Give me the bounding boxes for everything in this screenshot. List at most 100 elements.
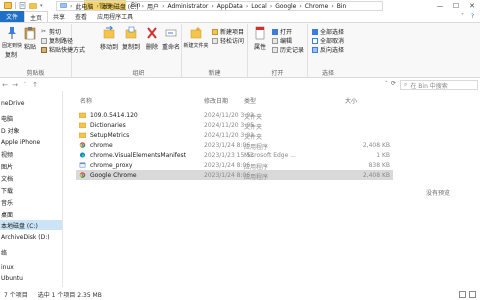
nav-item-music[interactable]: 音乐 — [0, 197, 62, 207]
nav-item-apple-iphone[interactable]: Apple iPhone — [0, 137, 62, 147]
move-to-button[interactable]: 移动到 — [98, 26, 120, 51]
copy-path-button[interactable]: 复制路径 — [41, 36, 73, 45]
new-folder-button[interactable]: 新建文件夹 — [184, 26, 209, 49]
application-icon — [79, 162, 86, 168]
minimize-button[interactable]: — — [432, 0, 448, 11]
copy-to-label: 复制到 — [121, 44, 140, 51]
recent-dropdown-icon[interactable]: ˅ — [20, 82, 30, 88]
file-name: chrome_proxy — [90, 162, 133, 169]
nav-item-documents[interactable]: 文档 — [0, 173, 62, 183]
file-row[interactable]: 109.0.5414.120 2024/11/20 3:02 文件夹 — [76, 110, 393, 121]
pin-quick-access-button[interactable]: 固定到快 — [2, 26, 22, 49]
selection-info: 选中 1 个项目 2.35 MB — [37, 292, 102, 299]
nav-item-this-pc[interactable]: 电脑 — [0, 113, 62, 123]
paste-shortcut-label: 粘贴快捷方式 — [49, 47, 86, 54]
tab-view[interactable]: 查看 — [70, 11, 92, 22]
cut-button[interactable]: ✂ 剪切 — [41, 27, 61, 36]
close-button[interactable]: ✕ — [464, 0, 480, 11]
select-none-button[interactable]: 全部取消 — [312, 36, 344, 45]
address-dropdown-icon[interactable]: ˅ — [385, 81, 388, 87]
file-row[interactable]: SetupMetrics 2024/11/20 3:02 文件夹 — [76, 130, 393, 141]
open-button[interactable]: 打开 — [272, 27, 292, 36]
edit-icon — [272, 37, 278, 44]
nav-item-desktop[interactable]: 桌面 — [0, 209, 62, 219]
qat-dropdown-icon[interactable]: ▾ — [40, 3, 43, 9]
nav-item-linux[interactable]: inux — [0, 262, 62, 272]
ribbon-collapse-icon[interactable]: ˅ — [461, 13, 464, 20]
details-view-icon[interactable] — [459, 291, 466, 298]
nav-item-onedrive[interactable]: neDrive — [0, 98, 62, 108]
maximize-button[interactable]: ☐ — [448, 0, 464, 11]
folder-icon — [79, 132, 86, 138]
nav-item-3d-objects[interactable]: D 对象 — [0, 125, 62, 135]
large-icons-view-icon[interactable] — [469, 291, 476, 298]
breadcrumb-administrator[interactable]: Administrator — [167, 3, 208, 10]
nav-label: 桌面 — [1, 211, 14, 219]
delete-button[interactable]: 删除 — [142, 26, 162, 51]
file-row[interactable]: chrome.VisualElementsManifest 2023/1/23 … — [76, 150, 393, 160]
new-folder-icon — [190, 27, 202, 39]
invert-selection-button[interactable]: 反向选择 — [312, 45, 344, 54]
nav-item-ubuntu[interactable]: Ubuntu — [0, 273, 62, 283]
breadcrumb-appdata[interactable]: AppData — [217, 3, 243, 10]
breadcrumb-google[interactable]: Google — [275, 3, 296, 10]
address-bar[interactable]: › 此电脑 › 本地磁盘 (C:) › 用户 › Administrator › AppD… — [56, 1, 383, 11]
file-row-selected[interactable]: Google Chrome 2023/1/24 8:06 应用程序 2,408 … — [76, 170, 393, 181]
file-size: 1 KB — [376, 152, 390, 159]
new-folder-icon[interactable] — [29, 2, 37, 9]
nav-item-downloads[interactable]: 下载 — [0, 185, 62, 195]
copy-label: 复制 — [4, 52, 17, 59]
file-row[interactable]: chrome_proxy 2023/1/24 8:06 应用程序 838 KB — [76, 160, 393, 171]
nav-item-videos[interactable]: 视频 — [0, 149, 62, 159]
copy-button[interactable]: 复制 — [2, 50, 20, 59]
paste-button[interactable]: 粘贴 — [20, 26, 40, 51]
paste-shortcut-icon — [41, 46, 47, 53]
breadcrumb-users[interactable]: 用户 — [147, 2, 159, 11]
select-all-button[interactable]: 全部选择 — [312, 27, 344, 36]
refresh-icon[interactable]: ⟳ — [391, 80, 396, 87]
paste-label: 粘贴 — [23, 44, 36, 51]
breadcrumb-chrome[interactable]: Chrome — [305, 3, 329, 10]
nav-item-pictures[interactable]: 图片 — [0, 161, 62, 171]
history-button[interactable]: 历史记录 — [272, 45, 304, 54]
tab-file[interactable]: 文件 — [0, 11, 25, 22]
pane-divider[interactable] — [62, 91, 63, 287]
breadcrumb-local-disk[interactable]: 本地磁盘 (C:) — [102, 2, 139, 11]
search-input[interactable]: ⌕ 在 Bin 中搜索 — [400, 80, 478, 90]
file-row[interactable]: chrome 2023/1/24 8:06 应用程序 2,408 KB — [76, 140, 393, 151]
breadcrumb-this-pc[interactable]: 此电脑 — [75, 2, 93, 11]
tab-home[interactable]: 主页 — [24, 11, 49, 22]
nav-item-local-disk-c[interactable]: 本地磁盘 (C:) — [0, 220, 62, 230]
properties-button[interactable]: 属性 — [250, 26, 270, 51]
file-name: chrome.VisualElementsManifest — [90, 152, 187, 159]
rename-button[interactable]: 重命名 — [160, 26, 182, 51]
nav-item-network[interactable]: 络 — [0, 247, 62, 257]
tab-app-tools[interactable]: 应用程序工具 — [92, 11, 138, 22]
select-all-icon — [312, 28, 318, 35]
help-icon[interactable]: ? — [471, 13, 474, 20]
new-group: 新建文件夹 新建项目 轻松访问 新建 — [182, 24, 248, 78]
up-icon[interactable]: ↑ — [30, 81, 40, 89]
history-label: 历史记录 — [280, 47, 305, 54]
forward-icon[interactable]: → — [10, 81, 20, 89]
edit-button[interactable]: 编辑 — [272, 36, 292, 45]
back-icon[interactable]: ← — [0, 81, 10, 89]
properties-icon[interactable] — [19, 2, 26, 9]
file-row[interactable]: Dictionaries 2024/11/20 3:05 文件夹 — [76, 120, 393, 131]
column-header-name[interactable]: 名称 — [80, 96, 92, 105]
easy-access-button[interactable]: 轻松访问 — [212, 36, 244, 45]
new-item-button[interactable]: 新建项目 — [212, 27, 244, 36]
organize-group-label: 组织 — [132, 70, 145, 77]
tab-share[interactable]: 共享 — [48, 11, 70, 22]
breadcrumb-bin[interactable]: Bin — [337, 3, 347, 10]
column-header-type[interactable]: 类型 — [244, 96, 256, 105]
paste-shortcut-button[interactable]: 粘贴快捷方式 — [41, 45, 85, 54]
delete-label: 删除 — [145, 44, 158, 51]
column-header-size[interactable]: 大小 — [345, 96, 357, 105]
copy-to-button[interactable]: 复制到 — [120, 26, 142, 51]
file-name: Google Chrome — [90, 172, 137, 179]
breadcrumb-local[interactable]: Local — [251, 3, 267, 10]
file-type: 应用程序 — [244, 174, 269, 181]
nav-item-archive-disk-d[interactable]: ArchiveDisk (D:) — [0, 232, 62, 242]
column-header-date[interactable]: 修改日期 — [204, 96, 228, 105]
